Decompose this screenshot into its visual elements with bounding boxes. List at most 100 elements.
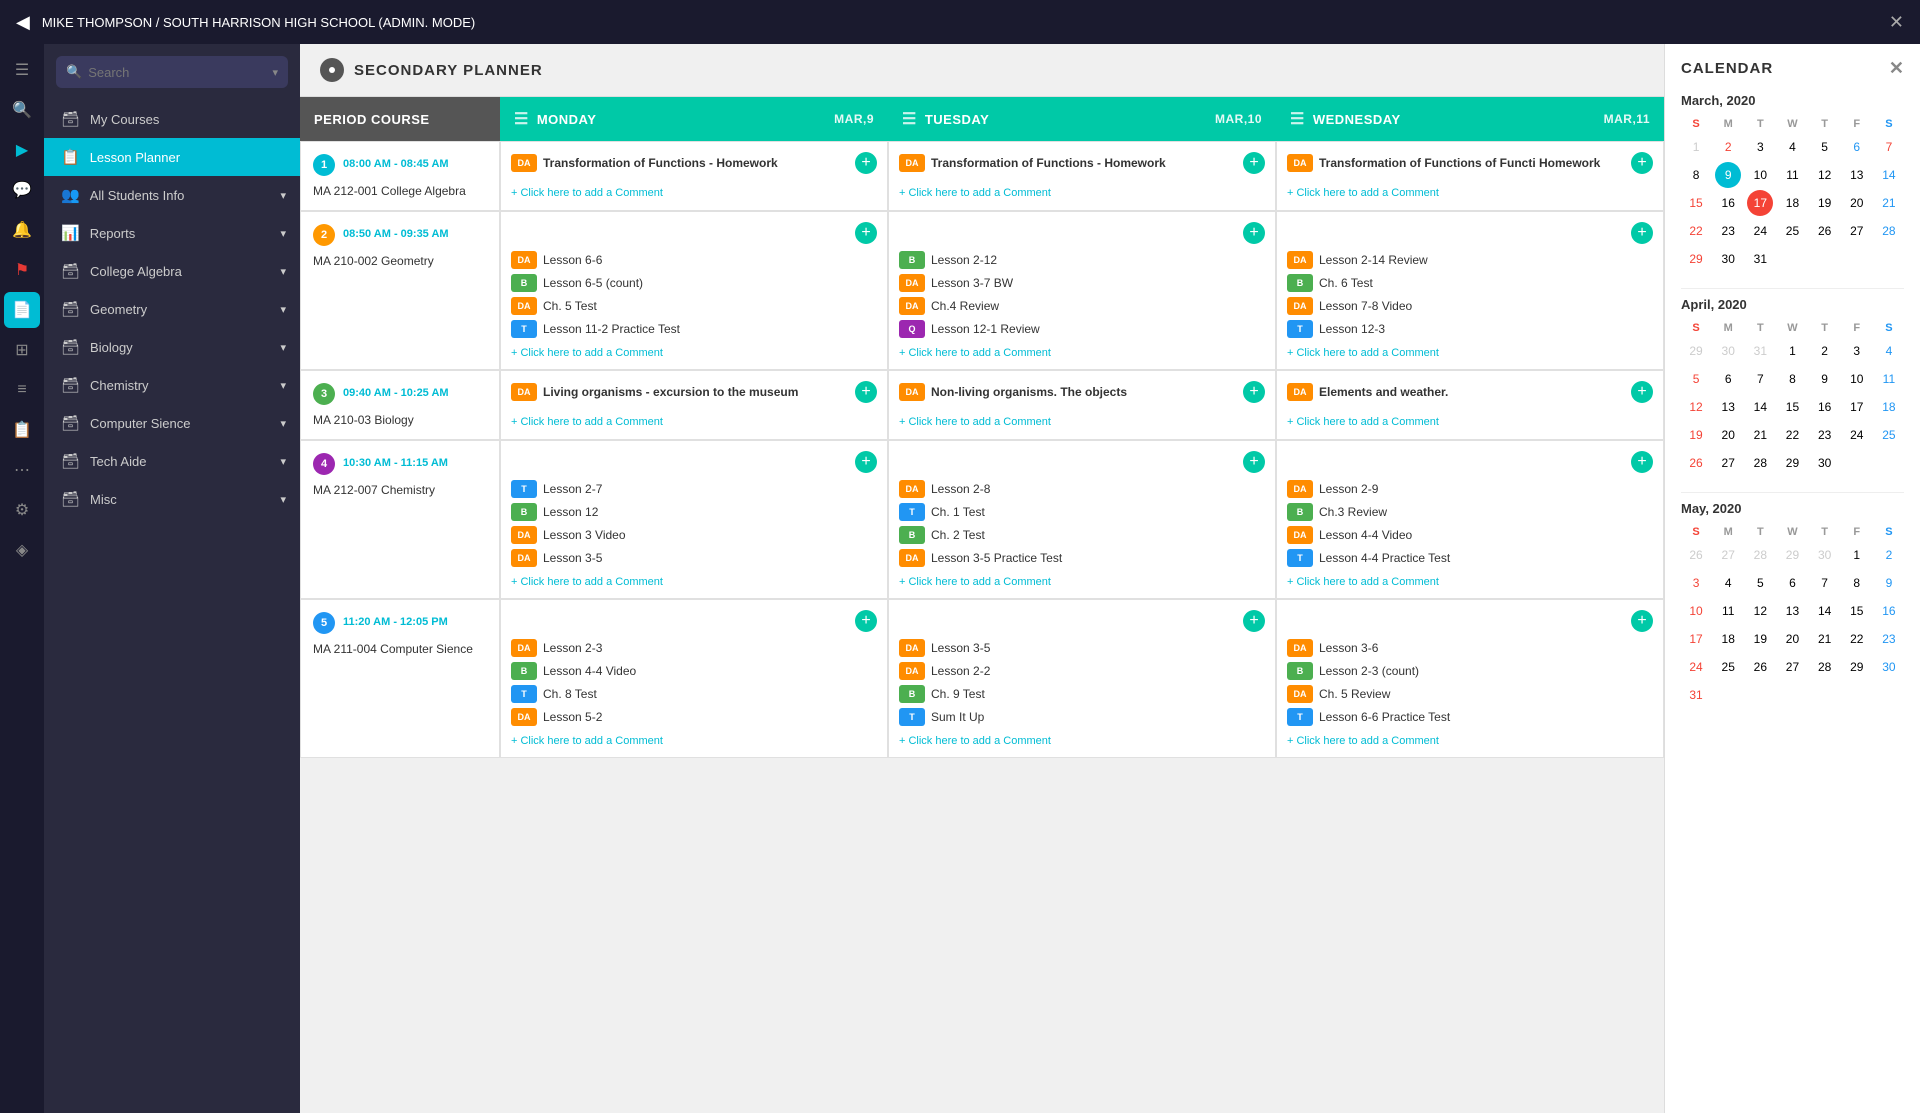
calendar-day[interactable]: 31 <box>1747 338 1773 364</box>
calendar-day[interactable]: 13 <box>1715 394 1741 420</box>
calendar-day[interactable]: 18 <box>1715 626 1741 652</box>
calendar-day[interactable]: 16 <box>1876 598 1902 624</box>
calendar-day[interactable]: 26 <box>1683 450 1709 476</box>
search-icon[interactable]: 🔍 <box>4 92 40 128</box>
calendar-day[interactable]: 1 <box>1779 338 1805 364</box>
calendar-day[interactable]: 27 <box>1715 542 1741 568</box>
calendar-day[interactable]: 29 <box>1779 450 1805 476</box>
add-lesson-btn-1[interactable]: + <box>1631 222 1653 244</box>
calendar-close[interactable]: ✕ <box>1889 58 1904 79</box>
calendar-day[interactable]: 30 <box>1812 450 1838 476</box>
calendar-day[interactable]: 13 <box>1779 598 1805 624</box>
calendar-day[interactable]: 3 <box>1844 338 1870 364</box>
sidebar-item-chemistry[interactable]: 🗃 Chemistry ▾ <box>44 366 300 404</box>
chat-icon[interactable]: 💬 <box>4 172 40 208</box>
add-comment-btn[interactable]: + Click here to add a Comment <box>511 735 877 747</box>
back-button[interactable]: ◀ <box>16 12 30 33</box>
sidebar-item-lesson-planner[interactable]: 📋 Lesson Planner <box>44 138 300 176</box>
calendar-day[interactable]: 22 <box>1683 218 1709 244</box>
calendar-day[interactable]: 4 <box>1779 134 1805 160</box>
add-comment-btn[interactable]: + Click here to add a Comment <box>899 416 1265 428</box>
calendar-day[interactable]: 8 <box>1779 366 1805 392</box>
calendar-day[interactable]: 24 <box>1683 654 1709 680</box>
calendar-day[interactable]: 7 <box>1876 134 1902 160</box>
add-lesson-btn[interactable]: + <box>1631 381 1653 403</box>
calendar-day[interactable]: 1 <box>1844 542 1870 568</box>
calendar-day[interactable]: 17 <box>1747 190 1773 216</box>
calendar-day[interactable]: 4 <box>1715 570 1741 596</box>
calendar-day[interactable]: 18 <box>1779 190 1805 216</box>
calendar-day[interactable]: 19 <box>1747 626 1773 652</box>
add-comment-btn[interactable]: + Click here to add a Comment <box>899 576 1265 588</box>
calendar-day[interactable]: 30 <box>1715 338 1741 364</box>
calendar-day[interactable]: 20 <box>1779 626 1805 652</box>
sidebar-item-misc[interactable]: 🗃 Misc ▾ <box>44 480 300 518</box>
calendar-day[interactable]: 23 <box>1715 218 1741 244</box>
calendar-day[interactable]: 5 <box>1747 570 1773 596</box>
calendar-day[interactable]: 25 <box>1715 654 1741 680</box>
add-lesson-btn-3[interactable]: + <box>1243 451 1265 473</box>
hamburger-icon[interactable]: ☰ <box>4 52 40 88</box>
calendar-day[interactable]: 29 <box>1779 542 1805 568</box>
sidebar-item-computer-science[interactable]: 🗃 Computer Sience ▾ <box>44 404 300 442</box>
calendar-day[interactable]: 1 <box>1683 134 1709 160</box>
add-comment-btn[interactable]: + Click here to add a Comment <box>1287 576 1653 588</box>
calendar-day[interactable]: 2 <box>1876 542 1902 568</box>
add-comment-btn[interactable]: + Click here to add a Comment <box>899 735 1265 747</box>
calendar-day[interactable]: 23 <box>1876 626 1902 652</box>
calendar-day[interactable]: 3 <box>1747 134 1773 160</box>
add-comment-btn[interactable]: + Click here to add a Comment <box>511 576 877 588</box>
close-button[interactable]: ✕ <box>1889 12 1904 33</box>
calendar-day[interactable]: 14 <box>1812 598 1838 624</box>
calendar-day[interactable]: 11 <box>1876 366 1902 392</box>
add-lesson-btn[interactable]: + <box>855 381 877 403</box>
calendar-day[interactable]: 2 <box>1715 134 1741 160</box>
add-comment-btn[interactable]: + Click here to add a Comment <box>511 416 877 428</box>
calendar-day[interactable]: 26 <box>1683 542 1709 568</box>
arrow-icon[interactable]: ▶ <box>4 132 40 168</box>
search-box[interactable]: 🔍 ▾ <box>56 56 288 88</box>
calendar-day[interactable]: 22 <box>1779 422 1805 448</box>
add-comment-btn[interactable]: + Click here to add a Comment <box>899 187 1265 199</box>
calendar-day[interactable]: 28 <box>1747 542 1773 568</box>
calendar-day[interactable]: 31 <box>1683 682 1709 708</box>
calendar-day[interactable]: 28 <box>1876 218 1902 244</box>
calendar-day[interactable]: 20 <box>1715 422 1741 448</box>
search-input[interactable] <box>88 65 266 80</box>
calendar-day[interactable]: 28 <box>1747 450 1773 476</box>
settings-icon[interactable]: ⚙ <box>4 492 40 528</box>
calendar-day[interactable]: 29 <box>1683 338 1709 364</box>
calendar-day[interactable]: 8 <box>1683 162 1709 188</box>
list-icon[interactable]: ≡ <box>4 372 40 408</box>
calendar-day[interactable]: 27 <box>1779 654 1805 680</box>
calendar-day[interactable]: 8 <box>1844 570 1870 596</box>
sidebar-item-my-courses[interactable]: 🗃 My Courses <box>44 100 300 138</box>
calendar-day[interactable]: 19 <box>1683 422 1709 448</box>
add-lesson-btn[interactable]: + <box>1243 381 1265 403</box>
add-comment-btn[interactable]: + Click here to add a Comment <box>1287 347 1653 359</box>
calendar-day[interactable]: 10 <box>1844 366 1870 392</box>
calendar-day[interactable]: 11 <box>1779 162 1805 188</box>
sidebar-item-all-students[interactable]: 👥 All Students Info ▾ <box>44 176 300 214</box>
calendar-day[interactable]: 6 <box>1779 570 1805 596</box>
calendar-day[interactable]: 17 <box>1683 626 1709 652</box>
add-lesson-btn-1[interactable]: + <box>1243 222 1265 244</box>
calendar-day[interactable]: 6 <box>1715 366 1741 392</box>
add-lesson-btn[interactable]: + <box>1631 152 1653 174</box>
planner-container[interactable]: PERIOD COURSE☰MONDAYMAR,9☰TUESDAYMAR,10☰… <box>300 97 1664 1113</box>
search-chevron[interactable]: ▾ <box>272 66 278 79</box>
add-lesson-btn-4[interactable]: + <box>1631 610 1653 632</box>
calendar-day[interactable]: 9 <box>1812 366 1838 392</box>
calendar-day[interactable]: 6 <box>1844 134 1870 160</box>
sidebar-item-reports[interactable]: 📊 Reports ▾ <box>44 214 300 252</box>
calendar-day[interactable]: 25 <box>1876 422 1902 448</box>
calendar-day[interactable]: 21 <box>1812 626 1838 652</box>
calendar-day[interactable]: 7 <box>1747 366 1773 392</box>
calendar-day[interactable]: 2 <box>1812 338 1838 364</box>
calendar-day[interactable]: 14 <box>1876 162 1902 188</box>
sidebar-item-tech-aide[interactable]: 🗃 Tech Aide ▾ <box>44 442 300 480</box>
grid-icon[interactable]: ⊞ <box>4 332 40 368</box>
add-lesson-btn-4[interactable]: + <box>855 610 877 632</box>
calendar-day[interactable]: 12 <box>1747 598 1773 624</box>
calendar-day[interactable]: 30 <box>1812 542 1838 568</box>
